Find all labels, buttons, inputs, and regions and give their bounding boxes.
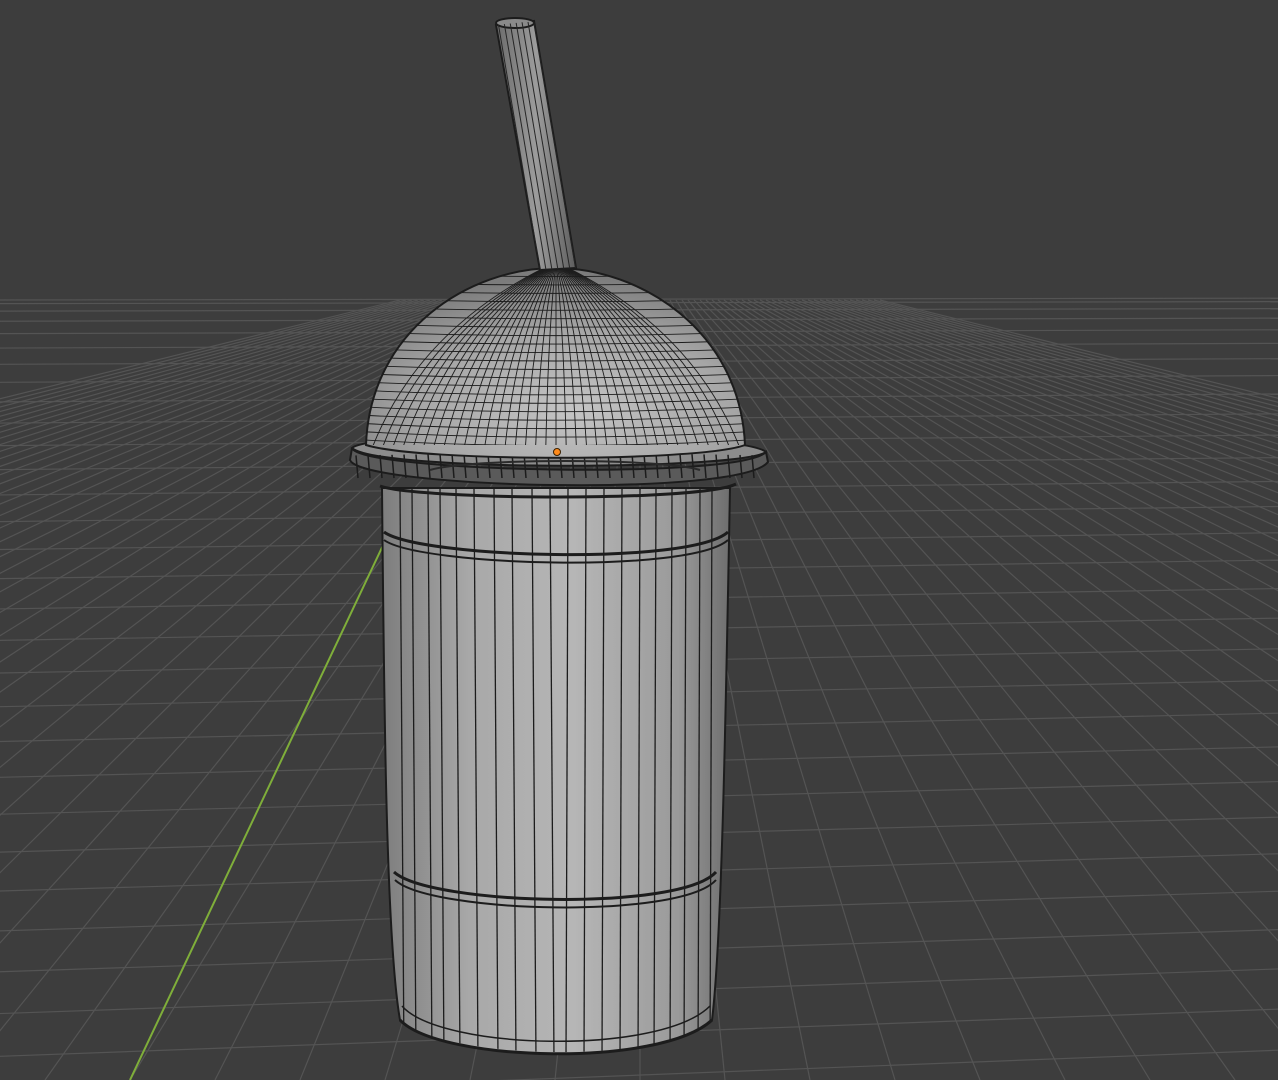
cup-body[interactable] bbox=[380, 487, 732, 1060]
straw[interactable] bbox=[494, 17, 578, 272]
y-axis-line bbox=[129, 519, 396, 1080]
dome-lid[interactable] bbox=[361, 262, 751, 462]
origin-point-icon bbox=[553, 448, 561, 456]
3d-viewport[interactable] bbox=[0, 0, 1278, 1080]
viewport-canvas[interactable] bbox=[0, 0, 1278, 1080]
